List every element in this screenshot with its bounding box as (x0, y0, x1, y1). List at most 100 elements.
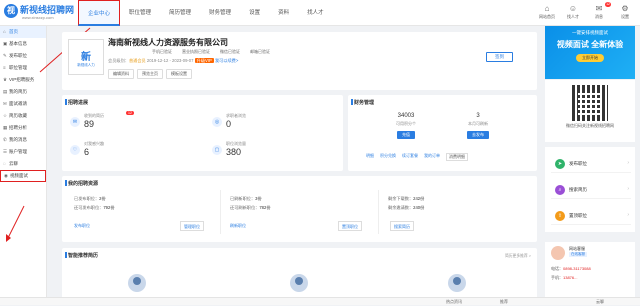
finance-refresh: 3 本月可刷新 去发布 (467, 113, 489, 139)
link-consume-details[interactable]: 消费明细 (446, 153, 468, 161)
avatar[interactable] (290, 274, 308, 292)
logo-url: www.xinsxzp.com (22, 15, 54, 20)
template-settings-button[interactable]: 模板设置 (166, 69, 192, 79)
start-now-button[interactable]: 立即开始 (576, 54, 604, 62)
message-badge: 12 (605, 2, 611, 7)
quick-publish-job[interactable]: ➤ 发布职位 › (551, 155, 631, 173)
contact-mobile: 手机：13876... (551, 275, 578, 280)
nav-profile[interactable]: 资料 (269, 0, 298, 26)
divider (220, 190, 221, 234)
nav-company-center[interactable]: 企业中心 (78, 0, 121, 26)
qr-panel: 微信扫码关注新视线招聘网 (545, 80, 635, 142)
resources-title: 我的招聘资源 (64, 180, 99, 187)
quick-actions: ➤ 发布职位 › ⌕ 搜索简历 › ⇧ 置顶职位 › (545, 147, 635, 232)
nav-job-management[interactable]: 职位管理 (120, 0, 160, 26)
sign-in-button[interactable]: 签到 (486, 52, 513, 62)
edit-profile-button[interactable]: 编辑资料 (108, 69, 134, 79)
send-icon: ➤ (555, 159, 565, 169)
sidebar-item-account[interactable]: ☰ 账户管理 (0, 146, 46, 158)
header-messages[interactable]: ✉ 12 消息 (588, 2, 611, 20)
sidebar-item-basic-info[interactable]: ▣ 基本信息 (0, 38, 46, 50)
header-find-talent[interactable]: ☺ 找人才 (562, 3, 584, 20)
top-icon: ⇧ (555, 211, 565, 221)
sidebar-item-video-interview[interactable]: ◉ 视频面试 (0, 170, 46, 182)
nav-find-talent[interactable]: 找人才 (298, 0, 333, 26)
bell-icon: ✉ 12 (595, 2, 611, 13)
quick-top-job[interactable]: ⇧ 置顶职位 › (551, 207, 631, 225)
company-name: 海南新视线人力资源服务有限公司 (108, 38, 228, 47)
sidebar-item-recruit-analysis[interactable]: ▦ 招聘分析 (0, 122, 46, 134)
preview-home-button[interactable]: 预览主页 (137, 69, 163, 79)
user-search-icon: ☺ (568, 4, 578, 13)
stat-job-views[interactable]: ▢ 职位浏览量 380 (212, 141, 332, 165)
site-logo[interactable]: 视 新视线招聘网 www.xinsxzp.com (4, 3, 84, 23)
online-badge[interactable]: 在线客服 (569, 252, 587, 257)
chevron-right-icon: › (627, 160, 629, 166)
sidebar-item-home[interactable]: ⌂ 首页 (0, 26, 46, 38)
resources-col-publish: 已发布职位：2份 还可发布职位：792份 (74, 196, 115, 210)
finance-links: 明细 积分兑换 续订套餐 我的订单 消费明细 (366, 153, 468, 161)
qr-caption: 微信扫码关注新视线招聘网 (566, 123, 614, 128)
chevron-right-icon: › (627, 212, 629, 218)
chevron-right-icon: › (627, 186, 629, 192)
sidebar-item-job-management[interactable]: ≡ 职位管理 (0, 62, 46, 74)
finance-points: 34003 可用积分个 充值 (396, 113, 416, 139)
top-jobs-button[interactable]: 置顶职位 (338, 221, 362, 231)
view-icon: ▢ (212, 145, 222, 155)
avatar[interactable] (128, 274, 146, 292)
refresh-jobs-button[interactable]: 刷新职位 (230, 221, 246, 231)
nav-resume-management[interactable]: 简历管理 (160, 0, 200, 26)
sidebar-item-messages[interactable]: ✆ 我的消息 (0, 134, 46, 146)
avatar[interactable] (448, 274, 466, 292)
stat-received-resumes[interactable]: ✉ 收到的简历 12 89 (70, 111, 190, 137)
link-renew-package[interactable]: 续订套餐 (402, 153, 418, 161)
qr-code (572, 85, 608, 121)
renew-link[interactable]: 我可以续费> (215, 58, 238, 63)
finance-card: 财务管理 34003 可用积分个 充值 3 本月可刷新 去发布 明细 积分兑换 … (348, 95, 537, 171)
quick-search-resume[interactable]: ⌕ 搜索简历 › (551, 181, 631, 199)
recruit-progress-card: 招聘进展 ✉ 收到的简历 12 89 ◎ 求职者浏览 0 ♡ 对我感兴趣 6 ▢… (62, 95, 343, 171)
search-resumes-button[interactable]: 搜索简历 (390, 221, 414, 231)
stat-seeker-views[interactable]: ◎ 求职者浏览 0 (212, 113, 332, 137)
service-contact: 网站客服 在线客服 电话：0898-31173088 手机：13876... (545, 242, 635, 305)
company-card: 新 新视线人力 海南新视线人力资源服务有限公司 手机已验证 营业执照已验证 微信… (62, 32, 537, 90)
nav-settings[interactable]: 设置 (240, 0, 269, 26)
sidebar-item-vip[interactable]: ♛ VIP招聘服务 (0, 74, 46, 86)
sidebar-item-publish-job[interactable]: ✎ 发布职位 (0, 50, 46, 62)
sidebar-item-my-resumes[interactable]: ▤ 我的简历 (0, 86, 46, 98)
resume-badge: 12 (126, 111, 134, 115)
header-home[interactable]: ⌂ 网站首页 (536, 3, 558, 20)
publish-job-button[interactable]: 发布职位 (74, 221, 90, 231)
header-settings[interactable]: ⚙ 设置 (614, 3, 636, 20)
company-logo: 新 新视线人力 (68, 39, 104, 75)
recruit-resources-card: 我的招聘资源 已发布职位：2份 还可发布职位：792份 已刷新职位：3份 还可刷… (62, 176, 537, 242)
company-actions: 编辑资料 预览主页 模板设置 (108, 69, 192, 79)
verify-wechat: 微信已验证 (220, 49, 240, 54)
go-publish-button[interactable]: 去发布 (467, 131, 489, 139)
logo-mark: 视 (4, 4, 18, 18)
recharge-button[interactable]: 充值 (397, 131, 415, 139)
more-recommend-link[interactable]: 简历更多推荐 > (505, 254, 531, 259)
link-points-exchange[interactable]: 积分兑换 (380, 153, 396, 161)
nav-finance[interactable]: 财务管理 (200, 0, 240, 26)
header-icons: ⌂ 网站首页 ☺ 找人才 ✉ 12 消息 ⚙ 设置 (536, 2, 636, 20)
smart-title: 智能推荐简历 (64, 252, 99, 259)
finance-title: 财务管理 (350, 99, 375, 106)
sidebar-item-interview-invite[interactable]: ✉ 面试邀请 (0, 98, 46, 110)
verify-email: 邮箱已验证 (250, 49, 270, 54)
main-nav: 企业中心 职位管理 简历管理 财务管理 设置 资料 找人才 (78, 0, 333, 26)
manage-jobs-button[interactable]: 管理职位 (180, 221, 204, 231)
sidebar-item-resume-favorites[interactable]: ☆ 简历收藏 (0, 110, 46, 122)
sidebar-item-chat[interactable]: ◌ 云聊 (0, 158, 46, 170)
search-icon: ⌕ (555, 185, 565, 195)
stat-interested[interactable]: ♡ 对我感兴趣 6 (70, 141, 190, 165)
link-my-orders[interactable]: 我的订单 (424, 153, 440, 161)
resources-col-download: 剩余下载数：242份 剩余邀请数：240份 (388, 196, 425, 210)
top-bar: 视 新视线招聘网 www.xinsxzp.com 企业中心 职位管理 简历管理 … (0, 0, 640, 26)
verification-list: 手机已验证 营业执照已验证 微信已验证 邮箱已验证 (152, 49, 270, 55)
divider (378, 190, 379, 234)
resources-col-refresh: 已刷新职位：3份 还可刷新职位：782份 (230, 196, 271, 210)
upgrade-vip-button[interactable]: 升级VIP (194, 58, 214, 63)
link-details[interactable]: 明细 (366, 153, 374, 161)
video-interview-banner[interactable]: 一键安排视频面试 视频面试 全新体验 立即开始 (545, 26, 635, 79)
